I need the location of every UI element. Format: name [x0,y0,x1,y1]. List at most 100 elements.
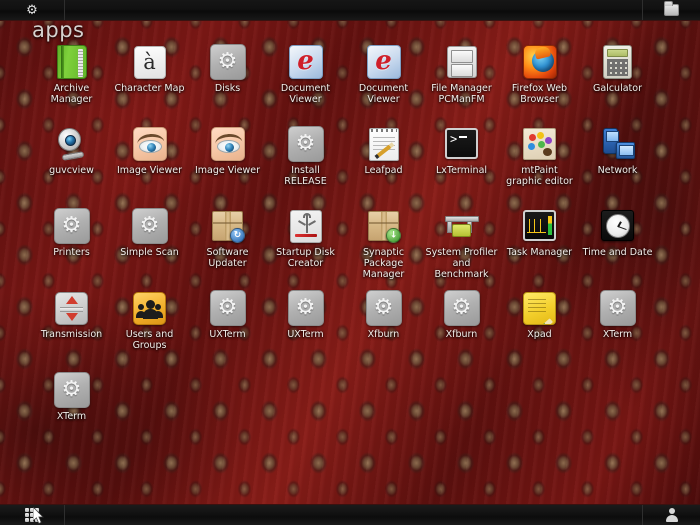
app-label: Galculator [593,83,642,94]
character-map-icon: à [132,44,168,80]
generic-cog-icon: ⚙ [288,126,324,162]
top-panel-task-area[interactable] [65,0,642,20]
user-icon [665,508,679,522]
app-item-xterm-1[interactable]: ⚙ XTerm [580,290,655,372]
app-label: Network [598,165,638,176]
file-manager-icon [444,44,480,80]
app-label: Document Viewer [347,83,421,105]
app-item-galculator[interactable]: Galculator [580,44,655,126]
app-label: Leafpad [364,165,402,176]
app-item-image-viewer-2[interactable]: Image Viewer [190,126,265,208]
app-label: Document Viewer [269,83,343,105]
app-item-image-viewer-1[interactable]: Image Viewer [112,126,187,208]
mtpaint-icon [522,126,558,162]
app-label: Xfburn [368,329,400,340]
bottom-panel-user-button[interactable] [642,505,700,525]
webcam-icon [54,126,90,162]
generic-cog-icon: ⚙ [444,290,480,326]
app-item-system-profiler-and-benchmark[interactable]: System Profiler and Benchmark [424,208,499,290]
app-item-xterm-2[interactable]: ⚙ XTerm [34,372,109,454]
app-item-character-map[interactable]: à Character Map [112,44,187,126]
app-label: Users and Groups [113,329,187,351]
app-item-xfburn-1[interactable]: ⚙ Xfburn [346,290,421,372]
app-label: Simple Scan [120,247,179,258]
bottom-panel-apps-button[interactable] [0,505,65,525]
app-item-printers[interactable]: ⚙ Printers [34,208,109,290]
app-item-leafpad[interactable]: Leafpad [346,126,421,208]
transmission-icon [54,290,90,326]
top-panel: ⚙ [0,0,700,21]
app-item-startup-disk-creator[interactable]: Startup Disk Creator [268,208,343,290]
generic-cog-icon: ⚙ [210,44,246,80]
app-label: Image Viewer [195,165,260,176]
app-label: Install RELEASE [269,165,343,187]
generic-cog-icon: ⚙ [210,290,246,326]
app-label: Image Viewer [117,165,182,176]
generic-cog-icon: ⚙ [132,208,168,244]
app-item-archive-manager[interactable]: Archive Manager [34,44,109,126]
app-item-firefox-web-browser[interactable]: Firefox Web Browser [502,44,577,126]
app-item-guvcview[interactable]: guvcview [34,126,109,208]
image-viewer-icon [132,126,168,162]
app-label: System Profiler and Benchmark [425,247,499,280]
app-label: Synaptic Package Manager [347,247,421,280]
app-label: Transmission [41,329,102,340]
app-label: Archive Manager [35,83,109,105]
synaptic-icon: ↓ [366,208,402,244]
app-item-xfburn-2[interactable]: ⚙ Xfburn [424,290,499,372]
firefox-icon [522,44,558,80]
app-item-task-manager[interactable]: Task Manager [502,208,577,290]
app-label: Disks [215,83,240,94]
app-item-mtpaint-graphic-editor[interactable]: mtPaint graphic editor [502,126,577,208]
top-panel-files-button[interactable] [642,0,700,20]
generic-cog-icon: ⚙ [54,372,90,408]
apps-grid-icon [25,508,39,522]
gear-icon: ⚙ [26,4,38,17]
app-label: UXTerm [287,329,323,340]
bottom-panel [0,504,700,525]
app-item-xpad[interactable]: Xpad [502,290,577,372]
app-item-install-release[interactable]: ⚙ Install RELEASE [268,126,343,208]
app-item-time-and-date[interactable]: Time and Date [580,208,655,290]
app-item-file-manager-pcmanfm[interactable]: File Manager PCManFM [424,44,499,126]
app-item-software-updater[interactable]: ↻ Software Updater [190,208,265,290]
app-label: Startup Disk Creator [269,247,343,269]
folder-icon [664,4,679,16]
page-title: apps [32,20,84,41]
leafpad-icon [366,126,402,162]
app-item-simple-scan[interactable]: ⚙ Simple Scan [112,208,187,290]
app-item-synaptic-package-manager[interactable]: ↓ Synaptic Package Manager [346,208,421,290]
generic-cog-icon: ⚙ [54,208,90,244]
app-label: Printers [53,247,90,258]
app-label: Xfburn [446,329,478,340]
clock-icon [600,208,636,244]
system-profiler-icon [444,208,480,244]
app-label: guvcview [49,165,94,176]
users-groups-icon [132,290,168,326]
app-item-lxterminal[interactable]: LxTerminal [424,126,499,208]
app-item-users-and-groups[interactable]: Users and Groups [112,290,187,372]
app-label: XTerm [603,329,632,340]
task-manager-icon [522,208,558,244]
app-label: Task Manager [507,247,572,258]
document-viewer-icon: e [288,44,324,80]
app-item-uxterm-2[interactable]: ⚙ UXTerm [268,290,343,372]
document-viewer-icon: e [366,44,402,80]
top-panel-menu-button[interactable]: ⚙ [0,0,65,20]
terminal-icon [444,126,480,162]
app-item-document-viewer-1[interactable]: e Document Viewer [268,44,343,126]
image-viewer-icon [210,126,246,162]
app-item-transmission[interactable]: Transmission [34,290,109,372]
app-label: LxTerminal [436,165,487,176]
app-label: XTerm [57,411,86,422]
app-item-uxterm-1[interactable]: ⚙ UXTerm [190,290,265,372]
app-item-network[interactable]: Network [580,126,655,208]
desktop-screen: ⚙ apps Archive Manager à Character Map ⚙… [0,0,700,525]
app-item-document-viewer-2[interactable]: e Document Viewer [346,44,421,126]
app-label: Xpad [527,329,551,340]
app-label: Firefox Web Browser [503,83,577,105]
bottom-panel-task-area[interactable] [65,505,642,525]
archive-manager-icon [54,44,90,80]
generic-cog-icon: ⚙ [288,290,324,326]
app-item-disks[interactable]: ⚙ Disks [190,44,265,126]
